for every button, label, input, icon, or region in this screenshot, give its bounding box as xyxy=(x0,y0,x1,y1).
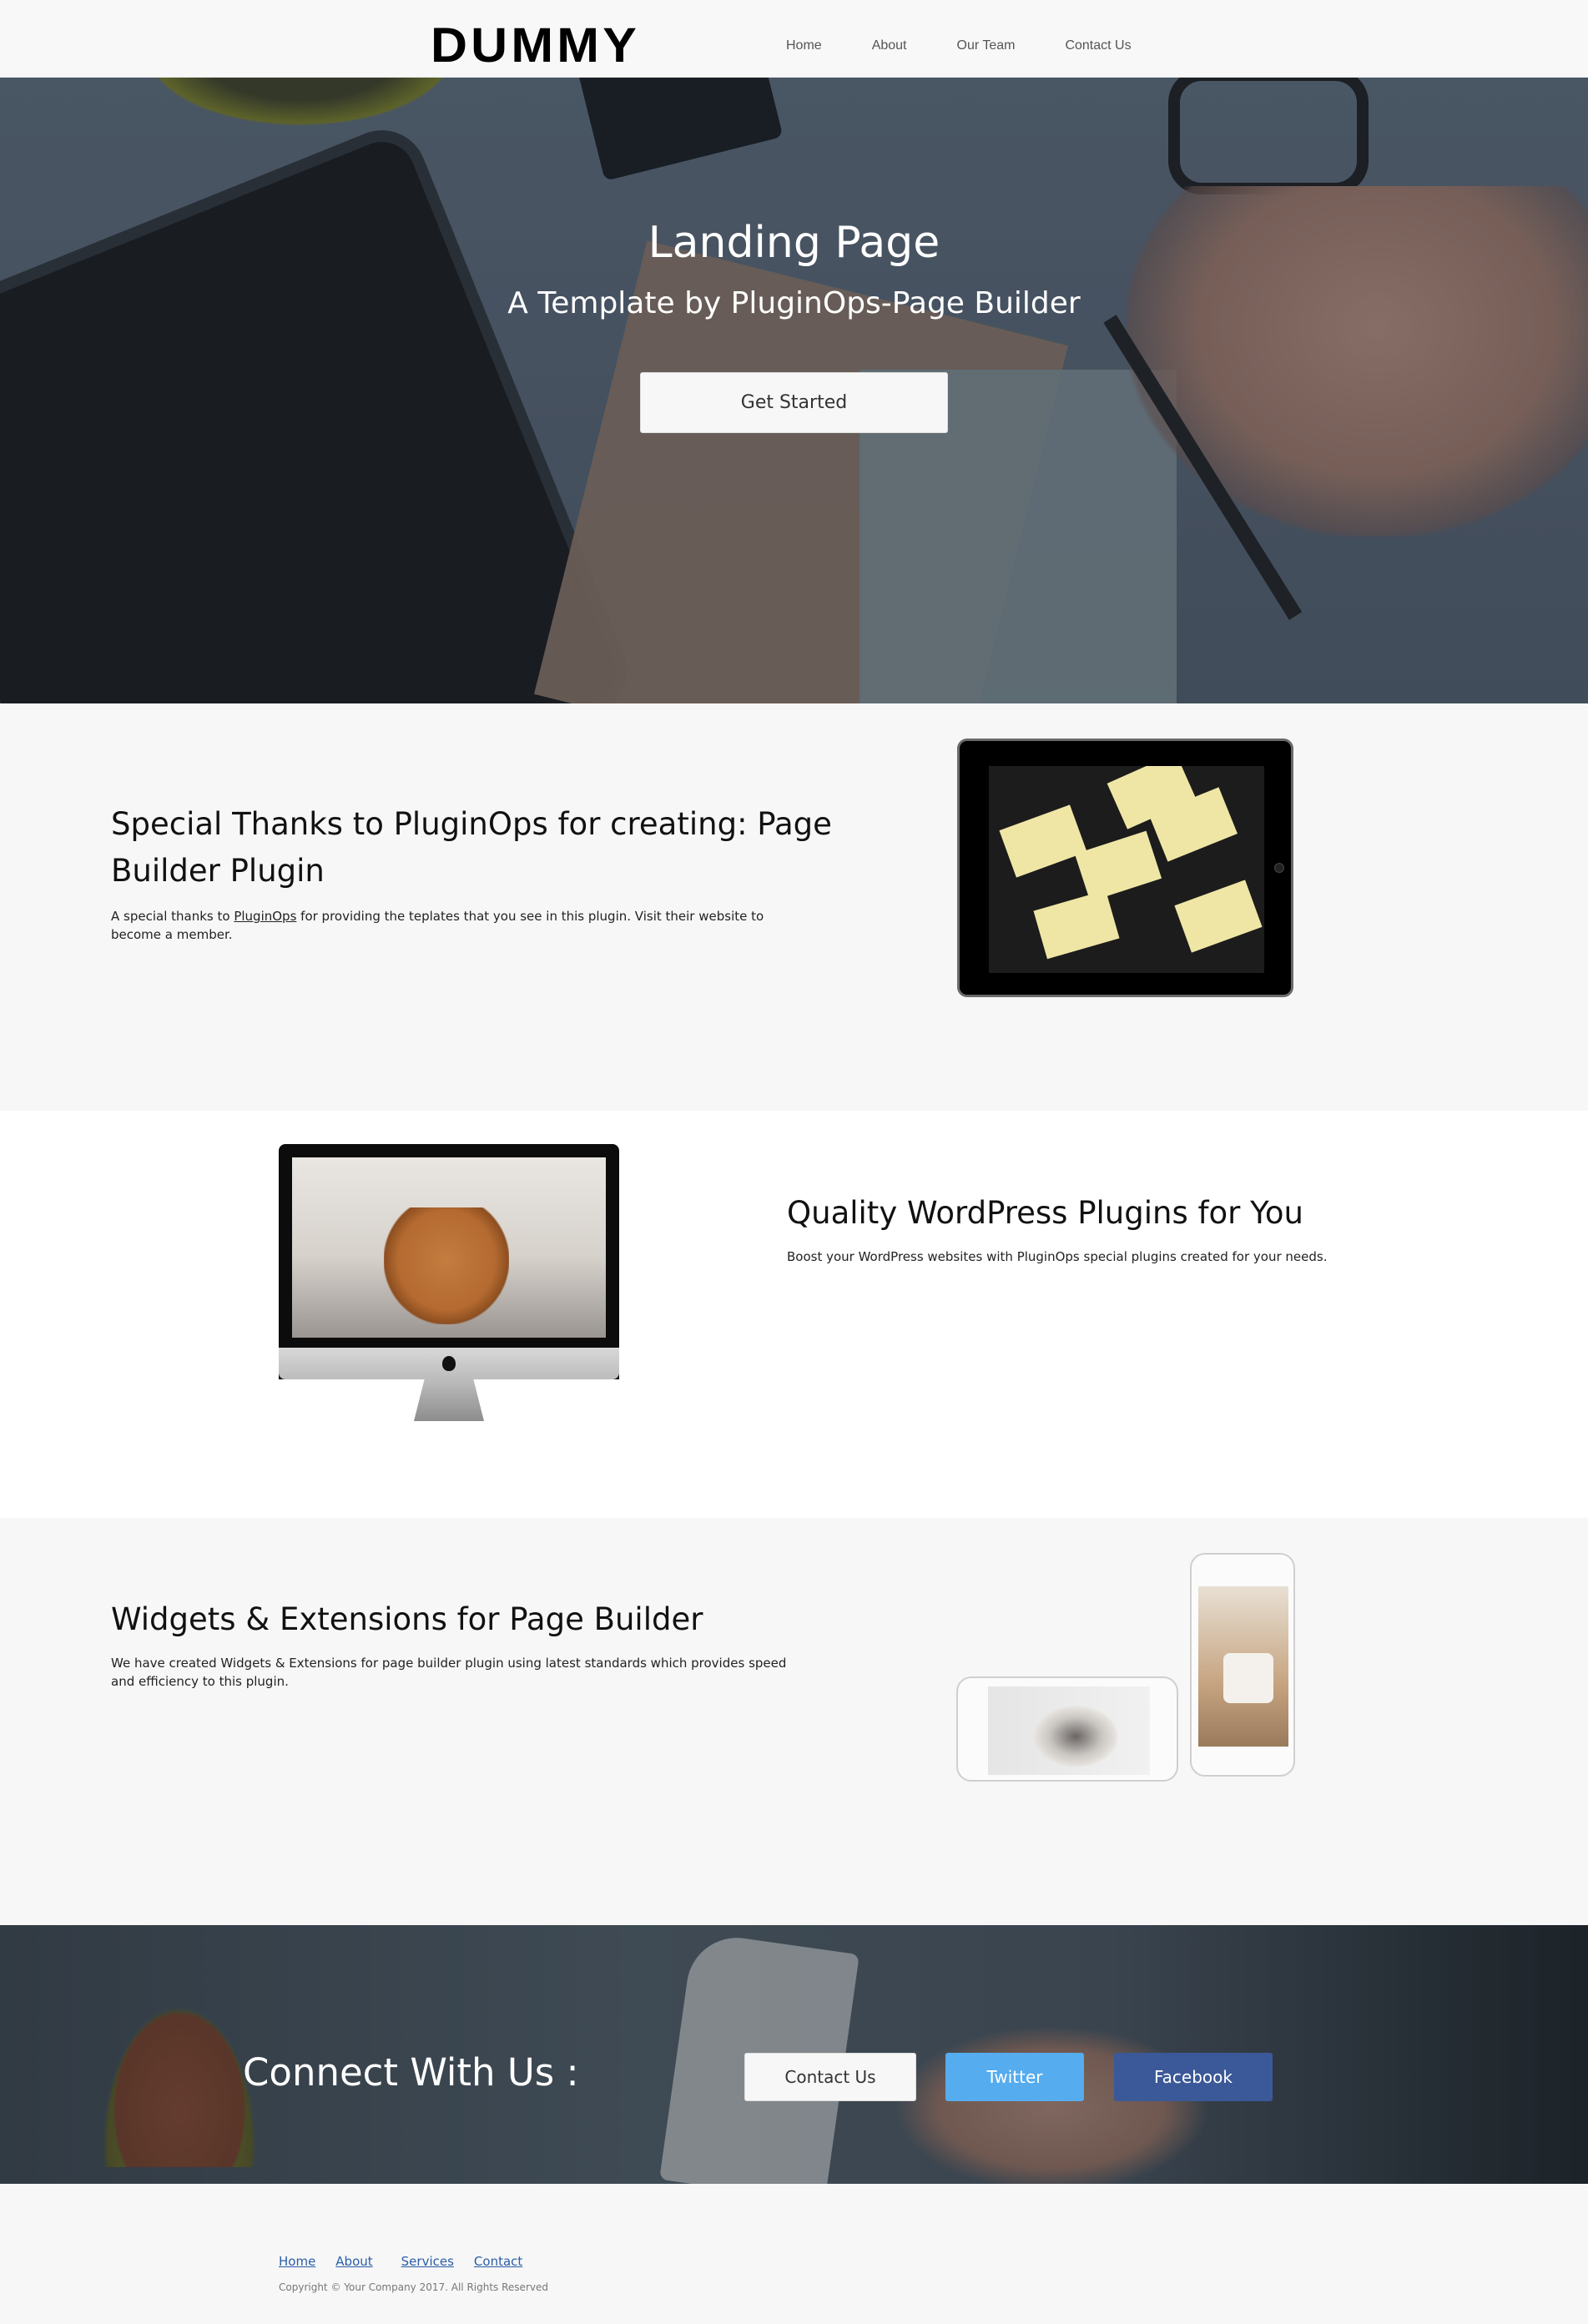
twitter-button[interactable]: Twitter xyxy=(945,2053,1084,2101)
iphones-image xyxy=(956,1553,1295,1782)
plugins-section: Quality WordPress Plugins for You Boost … xyxy=(0,1111,1588,1518)
thanks-text-after: for providing the teplates that you see … xyxy=(296,909,764,924)
imac-screen xyxy=(292,1157,606,1338)
thanks-text-line2: become a member. xyxy=(111,927,233,942)
hero-section: Landing Page A Template by PluginOps-Pag… xyxy=(0,78,1588,703)
pillow-photo xyxy=(1223,1653,1273,1703)
iphone-landscape xyxy=(956,1676,1178,1782)
imac-frame xyxy=(279,1144,619,1379)
widgets-heading: Widgets & Extensions for Page Builder xyxy=(111,1601,703,1637)
widgets-section: Widgets & Extensions for Page Builder We… xyxy=(0,1518,1588,1925)
dog-photo xyxy=(384,1207,509,1324)
footer-services-link[interactable]: Services xyxy=(401,2254,454,2269)
ipad-screen xyxy=(989,766,1264,973)
imac-stand xyxy=(414,1379,484,1421)
facebook-button[interactable]: Facebook xyxy=(1114,2053,1273,2101)
site-logo[interactable]: DUMMY xyxy=(431,22,640,70)
copyright-text: Copyright © Your Company 2017. All Right… xyxy=(279,2281,548,2293)
navbar: DUMMY Home About Our Team Contact Us xyxy=(0,0,1588,78)
plugins-text: Boost your WordPress websites with Plugi… xyxy=(787,1249,1328,1264)
hero-subtitle: A Template by PluginOps-Page Builder xyxy=(507,286,1081,320)
pluginops-link[interactable]: PluginOps xyxy=(234,909,296,924)
thanks-heading-line2: Builder Plugin xyxy=(111,853,325,889)
connect-title: Connect With Us : xyxy=(243,2050,579,2095)
footer-nav: Home About Services Contact xyxy=(279,2254,542,2269)
widgets-text-line2: and efficiency to this plugin. xyxy=(111,1674,289,1689)
nav-home-link[interactable]: Home xyxy=(786,38,822,53)
footer: Home About Services Contact Copyright © … xyxy=(0,2184,1588,2324)
footer-contact-link[interactable]: Contact xyxy=(474,2254,522,2269)
plugins-heading: Quality WordPress Plugins for You xyxy=(787,1195,1303,1231)
ipad-home-button xyxy=(1274,863,1284,873)
hero-title: Landing Page xyxy=(648,218,940,268)
imac-image xyxy=(279,1144,619,1424)
footer-about-link[interactable]: About xyxy=(335,2254,372,2269)
iphone-portrait xyxy=(1190,1553,1295,1777)
thanks-text-before: A special thanks to xyxy=(111,909,234,924)
widgets-text: We have created Widgets & Extensions for… xyxy=(111,1654,804,1691)
connect-section: Connect With Us : Contact Us Twitter Fac… xyxy=(0,1925,1588,2184)
thanks-heading-line1: Special Thanks to PluginOps for creating… xyxy=(111,806,832,842)
thanks-heading: Special Thanks to PluginOps for creating… xyxy=(111,801,832,895)
nav-contact-us-link[interactable]: Contact Us xyxy=(1065,38,1131,53)
contact-us-button[interactable]: Contact Us xyxy=(744,2053,916,2101)
apple-logo-icon xyxy=(442,1356,456,1371)
dog-photo-small xyxy=(1030,1703,1122,1770)
get-started-button[interactable]: Get Started xyxy=(640,372,948,433)
nav-our-team-link[interactable]: Our Team xyxy=(957,38,1016,53)
footer-home-link[interactable]: Home xyxy=(279,2254,315,2269)
main-nav: Home About Our Team Contact Us xyxy=(786,38,1182,53)
nav-about-link[interactable]: About xyxy=(872,38,907,53)
thanks-text: A special thanks to PluginOps for provid… xyxy=(111,907,795,944)
thanks-section: Special Thanks to PluginOps for creating… xyxy=(0,703,1588,1111)
ipad-image xyxy=(957,739,1293,997)
widgets-text-line1: We have created Widgets & Extensions for… xyxy=(111,1656,787,1671)
